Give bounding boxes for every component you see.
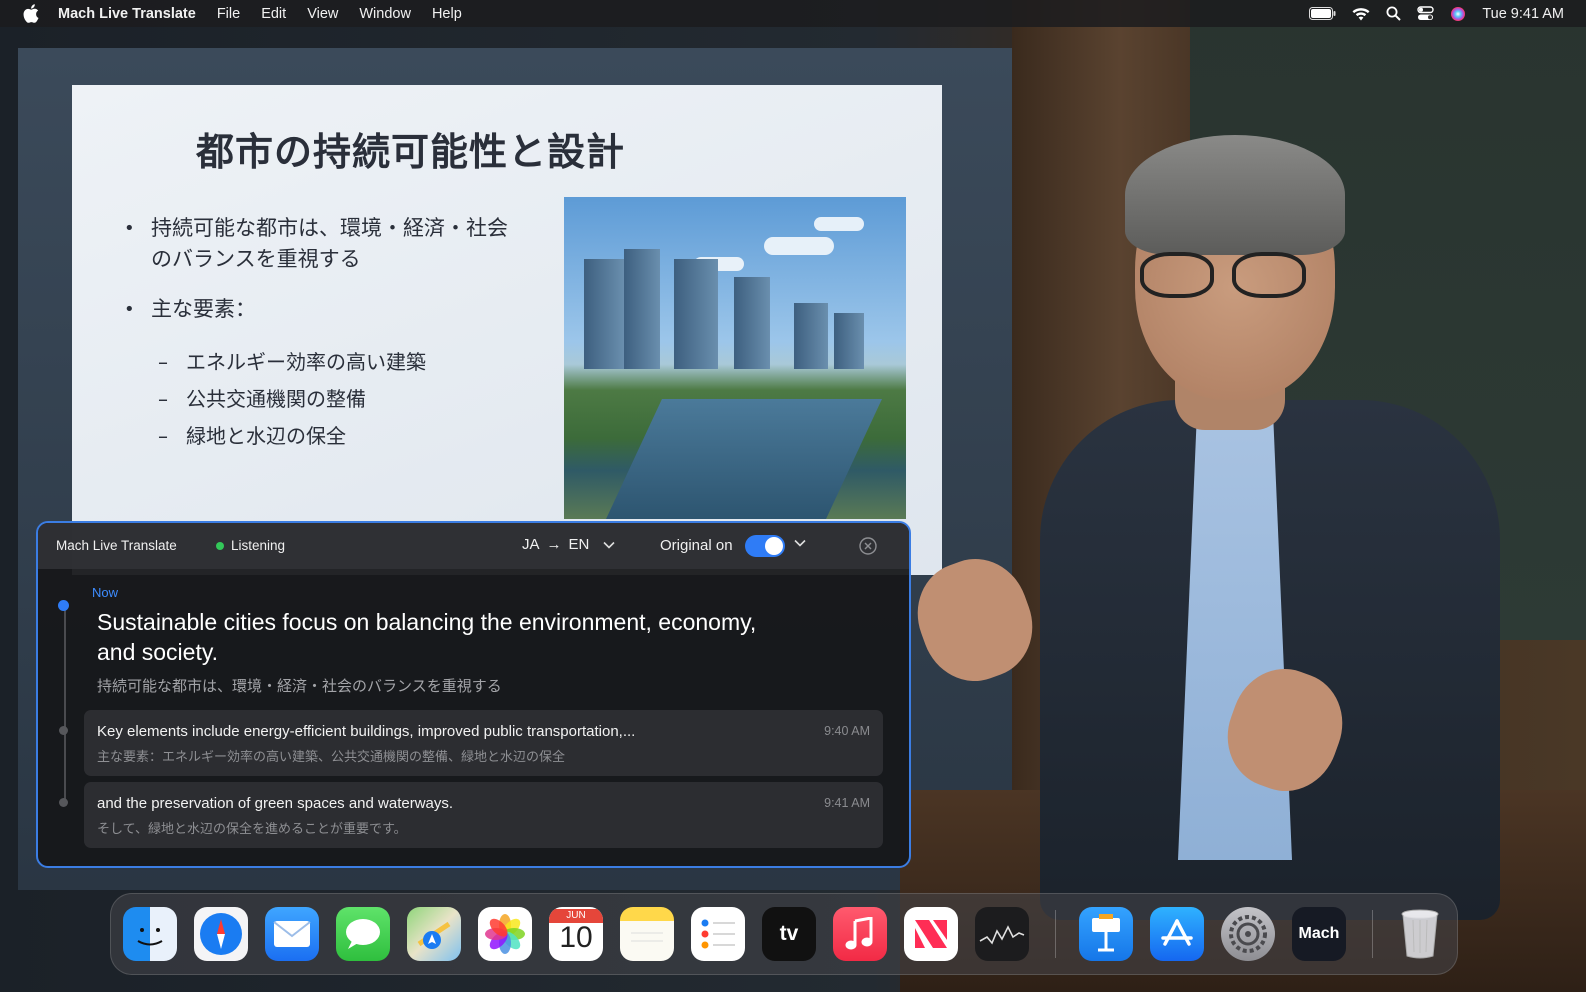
music-icon[interactable] [833, 907, 887, 961]
history-translation-en: Key elements include energy-efficient bu… [97, 723, 636, 740]
apple-menu-icon[interactable] [20, 2, 42, 26]
dock-separator [1372, 910, 1373, 958]
original-toggle[interactable] [745, 535, 785, 557]
menubar-clock[interactable]: Tue 9:41 AM [1482, 6, 1564, 22]
history-entry[interactable]: and the preservation of green spaces and… [84, 782, 883, 848]
slide-sub-bullet: 緑地と水辺の保全 [124, 418, 544, 455]
tv-icon[interactable]: tv [762, 907, 816, 961]
wifi-icon[interactable] [1352, 7, 1370, 21]
reminders-icon[interactable] [691, 907, 745, 961]
history-entry[interactable]: Key elements include energy-efficient bu… [84, 710, 883, 776]
panel-header: Mach Live Translate Listening JA → EN Or… [38, 523, 909, 569]
panel-app-title: Mach Live Translate [56, 538, 177, 553]
history-original-ja: 主な要素：エネルギー効率の高い建築、公共交通機関の整備、緑地と水辺の保全 [97, 750, 566, 765]
timeline-now-dot [58, 600, 69, 611]
control-center-icon[interactable] [1417, 6, 1435, 21]
news-icon[interactable] [904, 907, 958, 961]
safari-icon[interactable] [194, 907, 248, 961]
menu-help[interactable]: Help [432, 6, 462, 22]
listening-dot-icon [216, 541, 224, 550]
slide-bullet: 主な要素： [124, 294, 544, 325]
slide-sub-bullet: 公共交通機関の整備 [124, 381, 544, 418]
siri-icon[interactable] [1450, 6, 1466, 22]
mach-icon[interactable]: Mach [1292, 907, 1346, 961]
notes-icon[interactable] [620, 907, 674, 961]
menu-app-name[interactable]: Mach Live Translate [58, 6, 196, 22]
finder-icon[interactable] [123, 907, 177, 961]
maps-icon[interactable] [407, 907, 461, 961]
timeline-dot [59, 726, 68, 735]
slide-bullet: 持続可能な都市は、環境・経済・社会 のバランスを重視する [124, 213, 544, 275]
menu-edit[interactable]: Edit [261, 6, 286, 22]
now-label: Now [92, 585, 119, 600]
live-translate-panel: Mach Live Translate Listening JA → EN Or… [36, 521, 911, 868]
keynote-icon[interactable] [1079, 907, 1133, 961]
presentation-slide: 都市の持続可能性と設計 持続可能な都市は、環境・経済・社会 のバランスを重視する… [72, 85, 942, 575]
slide-sub-bullet: エネルギー効率の高い建築 [124, 344, 544, 381]
history-original-ja: そして、緑地と水辺の保全を進めることが重要です。 [97, 822, 407, 837]
calendar-day: 10 [559, 921, 593, 954]
presenter [902, 130, 1520, 920]
trash-icon[interactable] [1393, 907, 1447, 961]
current-translation-en: Sustainable cities focus on balancing th… [97, 609, 757, 665]
menu-view[interactable]: View [307, 6, 338, 22]
slide-bullet-line: のバランスを重視する [151, 247, 361, 271]
close-icon[interactable] [859, 537, 877, 555]
spotlight-search-icon[interactable] [1386, 6, 1402, 21]
stocks-icon[interactable] [975, 907, 1029, 961]
original-toggle-label: Original on [660, 537, 733, 554]
dock-separator [1055, 910, 1056, 958]
chevron-down-icon[interactable] [603, 541, 615, 549]
current-original-ja: 持続可能な都市は、環境・経済・社会のバランスを重視する [97, 677, 502, 695]
photos-icon[interactable] [478, 907, 532, 961]
mail-icon[interactable] [265, 907, 319, 961]
menu-window[interactable]: Window [359, 6, 411, 22]
language-selector[interactable]: JA → EN [522, 536, 615, 553]
dock: JUN 10 tv Mach [110, 893, 1458, 975]
menu-file[interactable]: File [217, 6, 240, 22]
app-store-icon[interactable] [1150, 907, 1204, 961]
messages-icon[interactable] [336, 907, 390, 961]
menu-bar: Mach Live Translate File Edit View Windo… [0, 0, 1586, 27]
history-timestamp: 9:40 AM [824, 724, 870, 738]
battery-icon[interactable] [1309, 7, 1336, 20]
mach-label: Mach [1298, 925, 1340, 942]
slide-bullet-line: 持続可能な都市は、環境・経済・社会 [151, 216, 508, 240]
timeline-dot [59, 798, 68, 807]
timeline-line [64, 605, 66, 803]
listening-status: Listening [216, 538, 285, 553]
history-timestamp: 9:41 AM [824, 796, 870, 810]
calendar-icon[interactable]: JUN 10 [549, 907, 603, 961]
city-photo [564, 197, 906, 519]
slide-title: 都市の持続可能性と設計 [196, 130, 626, 174]
tv-label: tv [779, 922, 799, 945]
system-settings-icon[interactable] [1221, 907, 1275, 961]
slide-bullets: 持続可能な都市は、環境・経済・社会 のバランスを重視する 主な要素： エネルギー… [124, 213, 544, 455]
target-language: EN [568, 536, 590, 553]
options-chevron-down-icon[interactable] [794, 539, 806, 547]
listening-label: Listening [231, 538, 286, 553]
language-arrow: → [546, 536, 562, 553]
history-translation-en: and the preservation of green spaces and… [97, 795, 454, 812]
source-language: JA [522, 536, 540, 553]
